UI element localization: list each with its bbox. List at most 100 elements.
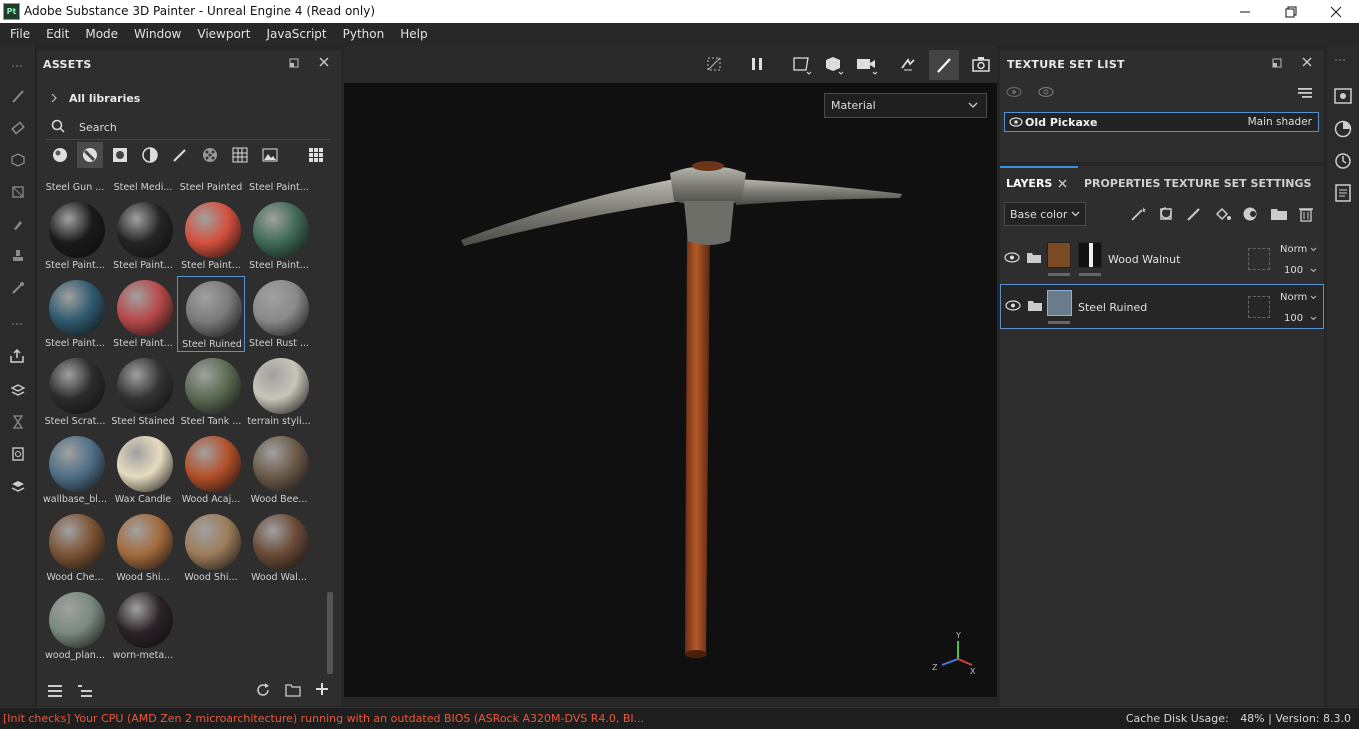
chevron-down-icon[interactable] — [1310, 268, 1317, 273]
menu-icon[interactable] — [1298, 87, 1312, 99]
breadcrumb[interactable]: All libraries — [69, 92, 140, 105]
eye-icon[interactable] — [1004, 252, 1020, 263]
close-tab-icon[interactable] — [1058, 179, 1067, 188]
material-thumbnail[interactable]: terrain styli... — [245, 354, 313, 430]
material-thumbnail[interactable]: Steel Rust ... — [245, 276, 313, 352]
filter-masks-icon[interactable] — [109, 144, 131, 166]
paint-mode-icon[interactable] — [929, 50, 959, 80]
material-thumbnail[interactable]: Steel Paint... — [41, 198, 109, 274]
close-icon[interactable] — [1313, 0, 1359, 23]
tab-texture-set-settings[interactable]: TEXTURE SET SETTINGS — [1164, 177, 1311, 190]
chevron-down-icon[interactable] — [1310, 316, 1317, 321]
layer-mask-slot[interactable] — [1248, 296, 1270, 318]
add-effect-icon[interactable] — [1158, 206, 1176, 222]
material-thumbnail[interactable]: Steel Paint... — [109, 276, 177, 352]
minimize-icon[interactable] — [1222, 0, 1268, 23]
add-icon[interactable] — [315, 682, 329, 696]
paint-brush-icon[interactable] — [8, 86, 28, 106]
selection-mode-icon[interactable] — [792, 55, 812, 75]
eye-solo-icon[interactable] — [1038, 86, 1054, 98]
log-icon[interactable] — [1335, 184, 1351, 202]
filter-textures-icon[interactable] — [229, 144, 251, 166]
sort-icon[interactable] — [47, 684, 63, 698]
maximize-icon[interactable] — [1268, 0, 1314, 23]
filter-list-icon[interactable] — [77, 684, 93, 698]
search-input[interactable]: Search — [79, 121, 117, 134]
clone-stamp-icon[interactable] — [8, 246, 28, 266]
material-thumbnail[interactable]: Steel Paint... — [109, 198, 177, 274]
material-thumbnail[interactable]: Steel Ruined — [177, 276, 245, 352]
material-thumbnail[interactable]: Steel Paint... — [177, 198, 245, 274]
hide-selection-icon[interactable] — [706, 56, 722, 72]
undock-icon[interactable] — [289, 58, 299, 68]
shader-settings-icon[interactable] — [1334, 120, 1352, 138]
refresh-icon[interactable] — [255, 682, 271, 698]
material-thumbnail[interactable]: Wood Shi... — [177, 510, 245, 586]
display-settings-icon[interactable] — [8, 444, 28, 464]
add-fill-layer-icon[interactable] — [1214, 206, 1232, 222]
menu-file[interactable]: File — [2, 23, 38, 46]
geometry-mask-icon[interactable] — [8, 182, 28, 202]
material-thumbnail[interactable]: Steel Scrat... — [41, 354, 109, 430]
add-mask-icon[interactable] — [1242, 206, 1260, 222]
material-thumbnail[interactable]: Wood Shi... — [109, 510, 177, 586]
material-thumbnail[interactable]: Steel Tank ... — [177, 354, 245, 430]
status-error-message[interactable]: [Init checks] Your CPU (AMD Zen 2 microa… — [3, 712, 644, 725]
viewport-mode-dropdown[interactable]: Material — [824, 93, 987, 118]
camera-icon[interactable] — [856, 55, 878, 75]
pause-icon[interactable] — [750, 56, 764, 72]
texture-set-settings-icon[interactable] — [1334, 88, 1352, 104]
material-thumbnail[interactable]: Wax Candle — [109, 432, 177, 508]
layer-row-selected[interactable]: Steel Ruined Norm 100 — [1000, 284, 1324, 329]
menu-python[interactable]: Python — [335, 23, 393, 46]
layer-mask-slot[interactable] — [1248, 248, 1270, 270]
chevron-down-icon[interactable] — [1310, 295, 1317, 300]
add-folder-icon[interactable] — [1270, 206, 1288, 222]
cube-view-icon[interactable] — [824, 55, 844, 75]
layer-row[interactable]: Wood Walnut Norm 100 — [1000, 236, 1324, 280]
magic-wand-icon[interactable] — [1130, 206, 1148, 222]
shelf-icon[interactable] — [8, 476, 28, 496]
menu-javascript[interactable]: JavaScript — [258, 23, 334, 46]
layer-opacity[interactable]: 100 — [1284, 265, 1303, 276]
projection-icon[interactable] — [8, 150, 28, 170]
material-thumbnail[interactable]: Wood Che... — [41, 510, 109, 586]
add-paint-layer-icon[interactable] — [1186, 206, 1202, 222]
close-panel-icon[interactable] — [319, 57, 329, 67]
delete-icon[interactable] — [1298, 206, 1314, 222]
eraser-icon[interactable] — [8, 118, 28, 138]
material-thumbnail[interactable]: wallbase_bl... — [41, 432, 109, 508]
scrollbar-thumb[interactable] — [327, 592, 333, 674]
history-icon[interactable] — [8, 412, 28, 432]
chevron-right-icon[interactable] — [51, 93, 57, 103]
layer-opacity[interactable]: 100 — [1284, 313, 1303, 324]
material-thumbnail[interactable]: Steel Medi... — [109, 182, 177, 196]
material-thumbnail[interactable]: Steel Gun ... — [41, 182, 109, 196]
eye-icon[interactable] — [1009, 117, 1023, 127]
grid-view-icon[interactable] — [305, 144, 327, 166]
blend-mode[interactable]: Norm — [1280, 292, 1307, 303]
tab-properties[interactable]: PROPERTIES — [1084, 177, 1160, 190]
texture-set-shader[interactable]: Main shader — [1248, 116, 1312, 128]
undock-icon[interactable] — [1272, 58, 1282, 68]
export-icon[interactable] — [8, 346, 28, 366]
search-bar[interactable]: Search — [45, 114, 331, 140]
close-panel-icon[interactable] — [1302, 57, 1312, 67]
filter-smart-materials-icon[interactable] — [77, 142, 103, 168]
material-thumbnail[interactable]: Wood Acaj... — [177, 432, 245, 508]
menu-window[interactable]: Window — [126, 23, 189, 46]
texture-set-item[interactable]: Old Pickaxe Main shader — [1004, 112, 1319, 132]
menu-help[interactable]: Help — [392, 23, 435, 46]
filter-materials-icon[interactable] — [49, 144, 71, 166]
material-thumbnail[interactable]: Steel Painted — [177, 182, 245, 196]
material-thumbnail[interactable]: Wood Bee... — [245, 432, 313, 508]
material-thumbnail[interactable]: Steel Paint... — [245, 198, 313, 274]
smudge-icon[interactable] — [8, 214, 28, 234]
filter-generators-icon[interactable] — [139, 144, 161, 166]
eye-icon[interactable] — [1005, 300, 1021, 311]
filter-alphas-icon[interactable] — [199, 144, 221, 166]
folder-icon[interactable] — [285, 682, 301, 698]
tab-layers[interactable]: LAYERS — [1006, 177, 1052, 190]
material-thumbnail[interactable]: Wood Wal... — [245, 510, 313, 586]
eye-disabled-icon[interactable] — [1006, 86, 1022, 98]
